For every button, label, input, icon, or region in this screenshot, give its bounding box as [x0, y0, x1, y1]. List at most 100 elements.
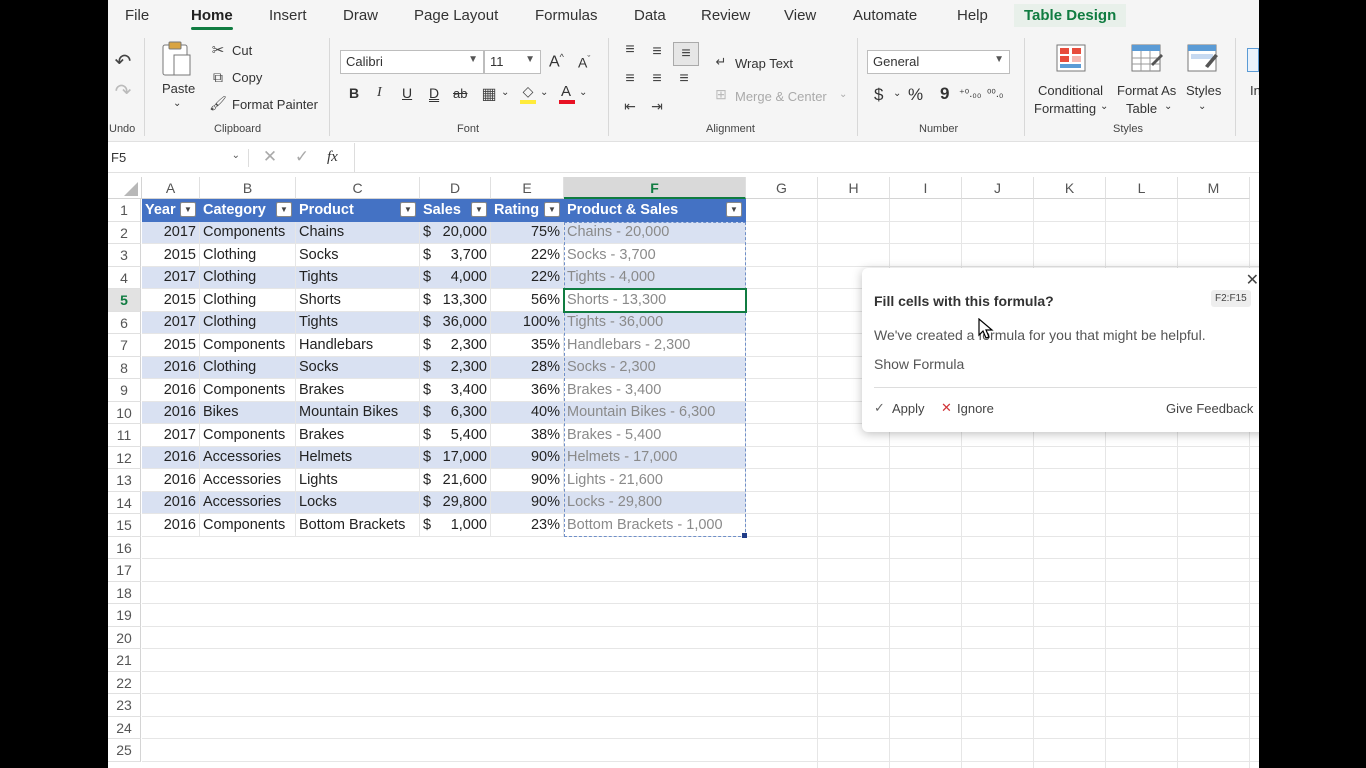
column-header-l[interactable]: L — [1106, 177, 1178, 199]
align-top-icon[interactable]: ≡ — [620, 40, 640, 60]
close-icon[interactable]: ✕ — [1246, 270, 1259, 290]
table-cell[interactable]: Mountain Bikes — [296, 401, 420, 424]
filter-dropdown-icon[interactable]: ▼ — [471, 202, 487, 217]
table-cell[interactable]: 2016 — [142, 401, 200, 424]
table-cell[interactable]: Lights — [296, 469, 420, 492]
cut-button[interactable]: Cut — [232, 43, 252, 58]
undo-icon[interactable]: ↶ — [112, 50, 134, 73]
column-header-d[interactable]: D — [420, 177, 491, 199]
formula-input[interactable] — [354, 143, 1259, 172]
table-cell[interactable]: Socks — [296, 356, 420, 379]
table-cell[interactable]: 35% — [491, 334, 564, 357]
table-cell[interactable]: Brakes - 5,400 — [564, 424, 746, 447]
table-cell[interactable]: Helmets - 17,000 — [564, 446, 746, 469]
column-header-j[interactable]: J — [962, 177, 1034, 199]
tab-view[interactable]: View — [784, 7, 816, 24]
table-cell[interactable]: 2015 — [142, 334, 200, 357]
table-cell[interactable]: 2017 — [142, 266, 200, 289]
align-bottom-icon[interactable]: ≡ — [673, 42, 699, 66]
table-cell[interactable]: 28% — [491, 356, 564, 379]
table-cell[interactable]: $2,300 — [420, 356, 491, 379]
filter-dropdown-icon[interactable]: ▼ — [276, 202, 292, 217]
table-cell[interactable]: 100% — [491, 311, 564, 334]
table-cell[interactable]: $5,400 — [420, 424, 491, 447]
row-header-4[interactable]: 4 — [108, 266, 141, 289]
table-cell[interactable]: Bottom Brackets - 1,000 — [564, 514, 746, 537]
row-header-8[interactable]: 8 — [108, 356, 141, 379]
table-cell[interactable]: $3,400 — [420, 379, 491, 402]
align-middle-icon[interactable]: ≡ — [647, 42, 667, 62]
table-header-cell[interactable]: Rating ▼ — [491, 199, 564, 222]
strikethrough-button[interactable]: ab — [453, 86, 467, 101]
filter-dropdown-icon[interactable]: ▼ — [180, 202, 196, 217]
decrease-font-size-button[interactable]: Aˇ — [578, 54, 590, 71]
table-cell[interactable]: 90% — [491, 469, 564, 492]
bold-button[interactable]: B — [349, 85, 359, 101]
currency-format-button[interactable]: $ — [874, 85, 883, 105]
table-cell[interactable]: Accessories — [200, 491, 296, 514]
currency-dropdown-icon[interactable]: ⌄ — [893, 88, 901, 99]
table-cell[interactable]: 2016 — [142, 491, 200, 514]
table-cell[interactable]: 2016 — [142, 446, 200, 469]
table-cell[interactable]: Tights — [296, 266, 420, 289]
worksheet-grid[interactable]: A B C D E F G H I J K L M 1 2 3 4 5 6 7 8 9 10 11 12 13 14 15 16 17 18… — [108, 177, 1259, 768]
table-header-cell[interactable]: Category ▼ — [200, 199, 296, 222]
row-header-21[interactable]: 21 — [108, 649, 141, 672]
table-cell[interactable]: 2017 — [142, 311, 200, 334]
redo-icon[interactable]: ↷ — [112, 80, 134, 103]
row-header-20[interactable]: 20 — [108, 626, 141, 649]
column-header-m[interactable]: M — [1178, 177, 1250, 199]
table-cell[interactable]: Brakes — [296, 424, 420, 447]
table-cell[interactable]: $36,000 — [420, 311, 491, 334]
row-header-18[interactable]: 18 — [108, 581, 141, 604]
row-header-12[interactable]: 12 — [108, 446, 141, 469]
table-cell[interactable]: Clothing — [200, 244, 296, 267]
row-header-9[interactable]: 9 — [108, 379, 141, 402]
table-cell[interactable]: 75% — [491, 221, 564, 244]
table-header-cell[interactable]: Product ▼ — [296, 199, 420, 222]
font-color-button[interactable]: A — [558, 83, 576, 105]
table-cell[interactable]: $29,800 — [420, 491, 491, 514]
row-header-6[interactable]: 6 — [108, 311, 141, 334]
insert-cells-label[interactable]: In — [1250, 83, 1259, 98]
table-cell[interactable]: $2,300 — [420, 334, 491, 357]
table-cell[interactable]: Components — [200, 514, 296, 537]
row-header-23[interactable]: 23 — [108, 694, 141, 717]
column-header-f[interactable]: F — [564, 177, 746, 199]
table-cell[interactable]: Bottom Brackets — [296, 514, 420, 537]
align-center-icon[interactable]: ≡ — [647, 69, 667, 89]
row-header-17[interactable]: 17 — [108, 559, 141, 582]
column-header-c[interactable]: C — [296, 177, 420, 199]
row-header-22[interactable]: 22 — [108, 671, 141, 694]
table-cell[interactable]: Tights - 4,000 — [564, 266, 746, 289]
table-cell[interactable]: Locks — [296, 491, 420, 514]
table-resize-handle[interactable] — [742, 532, 747, 538]
table-cell[interactable]: Tights - 36,000 — [564, 311, 746, 334]
borders-icon[interactable]: ▦ — [480, 85, 498, 103]
merge-center-button[interactable]: Merge & Center — [735, 89, 827, 104]
table-cell[interactable]: 40% — [491, 401, 564, 424]
table-cell[interactable]: 22% — [491, 266, 564, 289]
insert-function-button[interactable]: fx — [327, 149, 338, 166]
table-cell[interactable]: Bikes — [200, 401, 296, 424]
table-cell[interactable]: $21,600 — [420, 469, 491, 492]
row-header-16[interactable]: 16 — [108, 536, 141, 559]
table-cell[interactable]: 2017 — [142, 424, 200, 447]
name-box[interactable]: F5 ⌄ — [108, 146, 246, 170]
filter-dropdown-icon[interactable]: ▼ — [726, 202, 742, 217]
font-color-dropdown-icon[interactable]: ⌄ — [579, 87, 587, 98]
table-header-cell[interactable]: Year ▼ — [142, 199, 200, 222]
cancel-icon[interactable]: ✕ — [260, 147, 280, 167]
show-formula-link[interactable]: Show Formula — [874, 356, 964, 372]
row-header-15[interactable]: 15 — [108, 514, 141, 537]
table-cell[interactable]: Components — [200, 424, 296, 447]
table-cell[interactable]: 36% — [491, 379, 564, 402]
table-cell[interactable]: Socks — [296, 244, 420, 267]
table-cell[interactable]: Mountain Bikes - 6,300 — [564, 401, 746, 424]
tab-help[interactable]: Help — [957, 7, 988, 24]
table-cell[interactable]: Socks - 2,300 — [564, 356, 746, 379]
tab-table-design[interactable]: Table Design — [1014, 4, 1127, 27]
decrease-decimal-button[interactable]: ⁰⁰.₀ — [987, 87, 1003, 100]
table-cell[interactable]: 2015 — [142, 244, 200, 267]
italic-button[interactable]: I — [377, 85, 382, 101]
